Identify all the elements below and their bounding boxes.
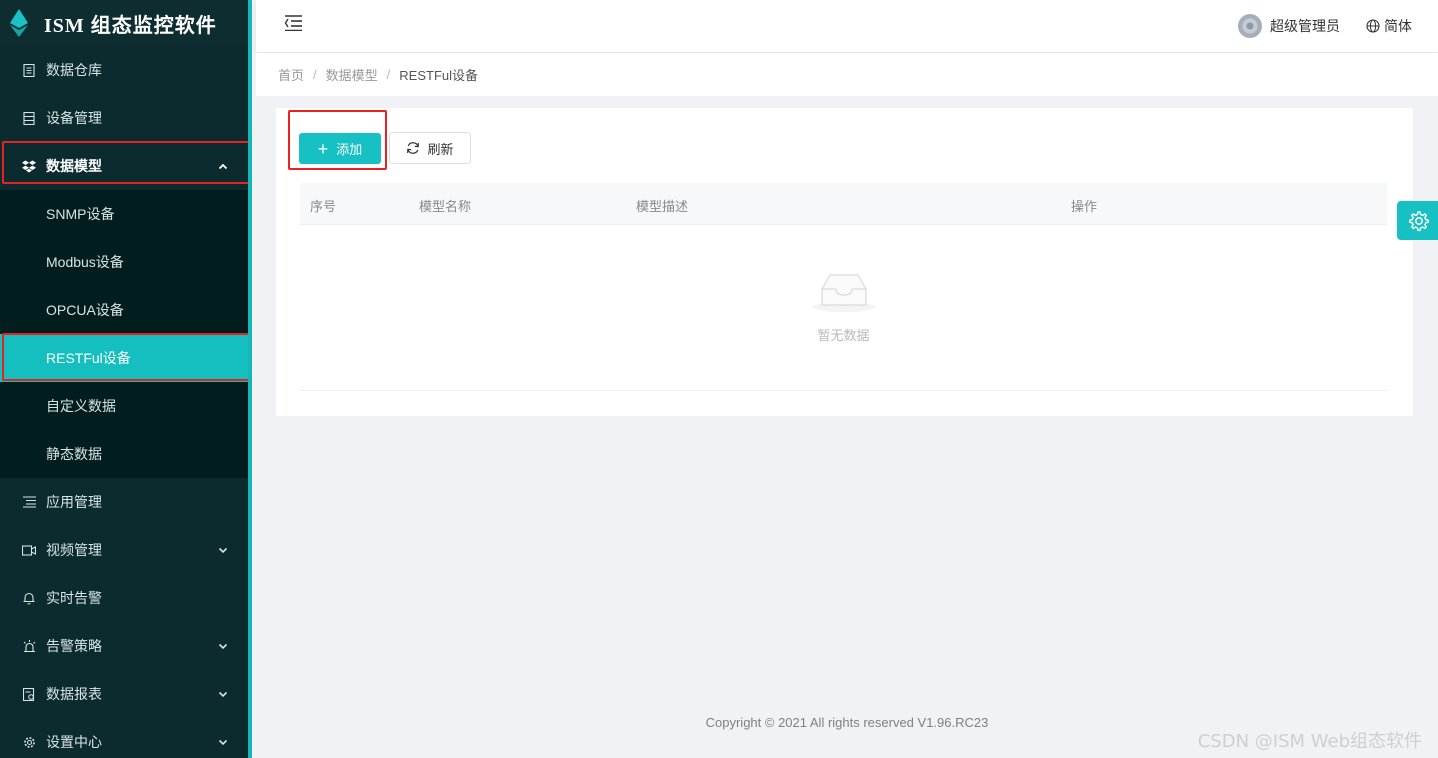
app-title: ISM 组态监控软件 [44, 14, 217, 37]
submenu-item-snmp[interactable]: SNMP设备 [0, 190, 248, 238]
video-icon [22, 543, 36, 557]
sidebar-item-label: 数据报表 [46, 686, 102, 702]
report-icon [22, 687, 36, 701]
breadcrumb-separator: / [313, 67, 317, 82]
submenu-data-model: SNMP设备 Modbus设备 OPCUA设备 RESTFul设备 自定义数据 … [0, 190, 248, 478]
globe-icon [1366, 19, 1380, 33]
submenu-item-label: 自定义数据 [46, 398, 116, 414]
table-body: 暂无数据 [300, 225, 1387, 391]
breadcrumb-home[interactable]: 首页 [278, 65, 304, 84]
sidebar-item-label: 数据仓库 [46, 62, 102, 78]
sidebar-item-label: 应用管理 [46, 494, 102, 510]
language-label: 简体 [1384, 18, 1412, 34]
sidebar-item-label: 告警策略 [46, 638, 102, 654]
sidebar-item-device-management[interactable]: 设备管理 [0, 94, 248, 142]
submenu-item-label: RESTFul设备 [46, 350, 131, 366]
column-header-model-desc: 模型描述 [636, 199, 689, 214]
avatar [1238, 14, 1262, 38]
content-card: + 添加 刷新 序号 模型名称 模型描述 操作 暂无数据 [276, 108, 1413, 416]
chevron-up-icon [218, 142, 228, 190]
chevron-down-icon [218, 670, 228, 718]
gear-icon [1408, 210, 1429, 231]
refresh-button-label: 刷新 [427, 141, 454, 157]
add-button[interactable]: + 添加 [299, 133, 381, 164]
model-table: 序号 模型名称 模型描述 操作 暂无数据 [300, 183, 1387, 391]
refresh-icon [407, 142, 420, 154]
dropbox-icon [22, 159, 36, 173]
breadcrumb-data-model[interactable]: 数据模型 [326, 65, 378, 84]
gear-icon [22, 735, 36, 749]
table-header: 序号 模型名称 模型描述 操作 [300, 183, 1387, 225]
list-icon [22, 495, 36, 509]
submenu-item-restful[interactable]: RESTFul设备 [0, 334, 248, 382]
sidebar-item-label: 实时告警 [46, 590, 102, 606]
sidebar-item-label: 视频管理 [46, 542, 102, 558]
sidebar: ISM 组态监控软件 数据仓库 设备管理 数据模型 SNMP设备 Modbus设… [0, 0, 252, 758]
sidebar-menu: 数据仓库 设备管理 数据模型 SNMP设备 Modbus设备 OPCUA设备 R… [0, 46, 248, 758]
device-icon [22, 111, 36, 125]
column-header-model-name: 模型名称 [419, 199, 472, 214]
submenu-item-modbus[interactable]: Modbus设备 [0, 238, 248, 286]
sidebar-item-app-management[interactable]: 应用管理 [0, 478, 248, 526]
chevron-down-icon [218, 718, 228, 758]
sidebar-item-settings-center[interactable]: 设置中心 [0, 718, 248, 758]
column-header-actions: 操作 [1071, 199, 1098, 214]
user-menu[interactable]: 超级管理员 [1238, 0, 1340, 52]
watermark: CSDN @ISM Web组态软件 [1197, 731, 1422, 752]
breadcrumb-separator: / [386, 67, 391, 82]
alarm-icon [22, 639, 36, 653]
sidebar-item-label: 数据模型 [46, 158, 102, 174]
language-switcher[interactable]: 简体 [1366, 0, 1412, 52]
sidebar-item-data-model[interactable]: 数据模型 [0, 142, 248, 190]
add-button-label: 添加 [336, 142, 363, 157]
chevron-down-icon [218, 622, 228, 670]
breadcrumb: 首页 / 数据模型 / RESTFul设备 [256, 53, 1438, 96]
submenu-item-opcua[interactable]: OPCUA设备 [0, 286, 248, 334]
sidebar-item-label: 设备管理 [46, 110, 102, 126]
sidebar-item-label: 设置中心 [46, 734, 102, 750]
sidebar-item-video-management[interactable]: 视频管理 [0, 526, 248, 574]
submenu-item-static-data[interactable]: 静态数据 [0, 430, 248, 478]
settings-float-button[interactable] [1397, 201, 1438, 240]
brand[interactable]: ISM 组态监控软件 [0, 0, 248, 46]
empty-text: 暂无数据 [817, 328, 870, 343]
submenu-item-label: Modbus设备 [46, 254, 124, 270]
logo-icon [10, 9, 28, 37]
empty-inbox-icon [813, 274, 875, 312]
menu-fold-icon[interactable] [284, 15, 302, 34]
breadcrumb-current: RESTFul设备 [399, 68, 479, 83]
chevron-down-icon [218, 526, 228, 574]
bell-icon [22, 591, 36, 605]
sidebar-item-alarm-policy[interactable]: 告警策略 [0, 622, 248, 670]
user-name: 超级管理员 [1270, 18, 1340, 34]
top-header: 超级管理员 简体 [256, 0, 1438, 52]
plus-icon: + [317, 138, 329, 159]
column-header-index: 序号 [310, 199, 337, 214]
sidebar-item-realtime-alarm[interactable]: 实时告警 [0, 574, 248, 622]
submenu-item-label: SNMP设备 [46, 206, 115, 222]
sidebar-item-data-warehouse[interactable]: 数据仓库 [0, 46, 248, 94]
document-icon [22, 63, 36, 77]
submenu-item-label: 静态数据 [46, 446, 102, 462]
sidebar-item-data-report[interactable]: 数据报表 [0, 670, 248, 718]
refresh-button[interactable]: 刷新 [389, 132, 471, 164]
submenu-item-custom-data[interactable]: 自定义数据 [0, 382, 248, 430]
submenu-item-label: OPCUA设备 [46, 302, 124, 318]
